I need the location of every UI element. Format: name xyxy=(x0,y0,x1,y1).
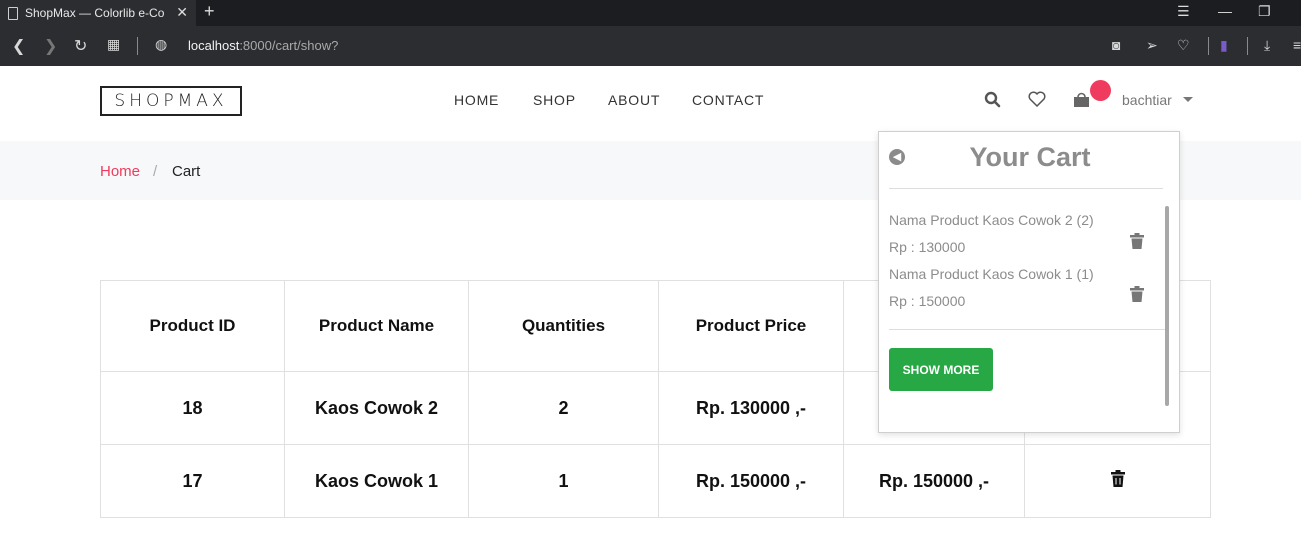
heart-icon[interactable] xyxy=(1028,91,1046,112)
cell-product-id: 18 xyxy=(100,371,285,445)
breadcrumb-home[interactable]: Home xyxy=(100,163,140,180)
minimize-icon[interactable]: — xyxy=(1218,3,1232,19)
new-tab-icon[interactable]: + xyxy=(204,1,215,22)
show-more-button[interactable]: SHOW MORE xyxy=(889,348,993,391)
cell-product-name: Kaos Cowok 1 xyxy=(284,444,469,518)
cell-product-id: 17 xyxy=(100,444,285,518)
table-row: 17 Kaos Cowok 1 1 Rp. 150000 ,- Rp. 1500… xyxy=(100,444,1211,518)
divider xyxy=(137,37,138,55)
page-icon xyxy=(8,6,18,20)
site-logo[interactable]: SHOPMAX xyxy=(100,86,242,116)
cart-badge xyxy=(1090,80,1111,101)
shopping-bag-icon[interactable] xyxy=(1073,92,1090,113)
breadcrumb-current: Cart xyxy=(172,163,201,180)
divider xyxy=(1247,37,1248,55)
cell-total: Rp. 150000 ,- xyxy=(843,444,1025,518)
tab-title: ShopMax — Colorlib e-Commerce xyxy=(25,6,165,20)
column-header: Product Name xyxy=(284,280,469,372)
cart-item-name: Nama Product Kaos Cowok 1 (1) xyxy=(889,266,1094,282)
nav-about[interactable]: ABOUT xyxy=(608,92,660,108)
url-field[interactable]: localhost:8000/cart/show? xyxy=(188,38,338,53)
divider xyxy=(889,188,1163,189)
browser-address-bar: ❮ ❯ ↻ ▦ ◍ localhost:8000/cart/show? ◙ ➢ … xyxy=(0,26,1301,66)
send-icon[interactable]: ➢ xyxy=(1146,37,1158,54)
heart-icon[interactable]: ♡ xyxy=(1177,37,1190,54)
nav-contact[interactable]: CONTACT xyxy=(692,92,764,108)
trash-icon[interactable] xyxy=(1130,286,1144,307)
cart-item-price: Rp : 130000 xyxy=(889,239,966,255)
cell-price: Rp. 150000 ,- xyxy=(658,444,844,518)
cart-item-name: Nama Product Kaos Cowok 2 (2) xyxy=(889,212,1094,228)
divider xyxy=(1208,37,1209,55)
cell-product-name: Kaos Cowok 2 xyxy=(284,371,469,445)
cell-quantity: 2 xyxy=(468,371,659,445)
extension-icon[interactable]: ▮ xyxy=(1220,37,1228,54)
download-icon[interactable]: ⤓ xyxy=(1264,37,1270,54)
maximize-icon[interactable]: ❐ xyxy=(1258,3,1271,20)
cart-dropdown: ◀ Your Cart Nama Product Kaos Cowok 2 (2… xyxy=(878,131,1180,433)
column-header: Product ID xyxy=(100,280,285,372)
reload-icon[interactable]: ↻ xyxy=(74,36,87,56)
browser-tab-bar: ShopMax — Colorlib e-Commerce ✕ + ☰ — ❐ xyxy=(0,0,1301,26)
close-tab-icon[interactable]: ✕ xyxy=(176,4,188,21)
cell-price: Rp. 130000 ,- xyxy=(658,371,844,445)
back-icon[interactable]: ❮ xyxy=(12,36,25,56)
forward-icon[interactable]: ❯ xyxy=(44,36,57,56)
cell-action xyxy=(1024,444,1211,518)
cart-item-price: Rp : 150000 xyxy=(889,293,966,309)
trash-icon[interactable] xyxy=(1130,233,1144,254)
breadcrumb-separator: / xyxy=(153,163,158,180)
tab-list-icon[interactable]: ☰ xyxy=(1177,3,1190,20)
column-header: Product Price xyxy=(658,280,844,372)
browser-tab[interactable]: ShopMax — Colorlib e-Commerce ✕ xyxy=(0,0,196,26)
scrollbar[interactable] xyxy=(1165,206,1169,406)
divider xyxy=(889,329,1167,330)
column-header: Quantities xyxy=(468,280,659,372)
camera-icon[interactable]: ◙ xyxy=(1112,37,1120,53)
nav-shop[interactable]: SHOP xyxy=(533,92,576,108)
cell-quantity: 1 xyxy=(468,444,659,518)
menu-icon[interactable]: ≡ xyxy=(1293,37,1301,53)
nav-home[interactable]: HOME xyxy=(454,92,499,108)
globe-icon: ◍ xyxy=(155,36,168,52)
user-menu[interactable]: bachtiar xyxy=(1122,92,1172,108)
speed-dial-icon[interactable]: ▦ xyxy=(107,36,120,53)
chevron-down-icon[interactable] xyxy=(1183,97,1193,102)
trash-icon[interactable] xyxy=(1110,470,1125,491)
search-icon[interactable] xyxy=(984,91,1001,113)
cart-title: Your Cart xyxy=(969,142,1091,172)
